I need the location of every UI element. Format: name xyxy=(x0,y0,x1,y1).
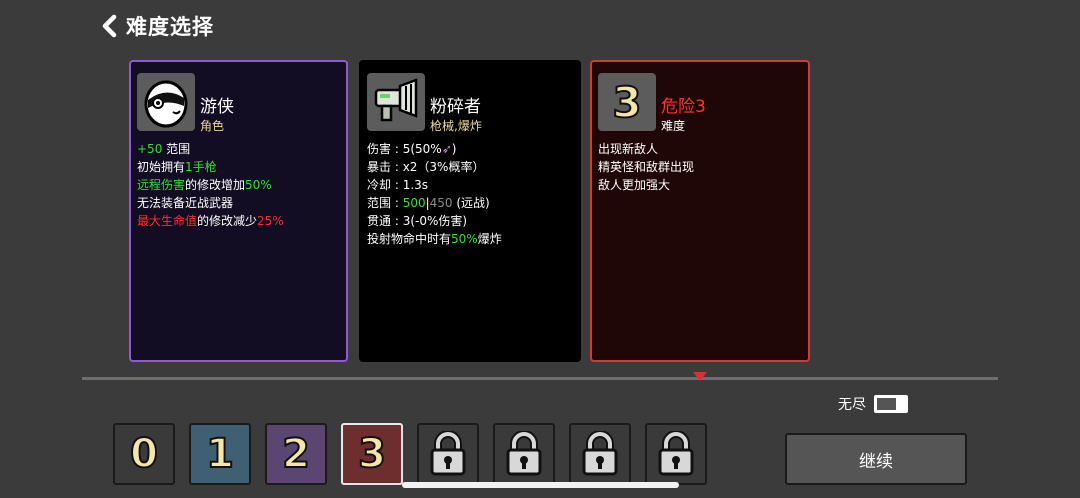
stat-line: 初始拥有1手枪 xyxy=(137,160,217,174)
locked-slot[interactable] xyxy=(493,423,555,485)
lock-icon xyxy=(506,431,542,476)
locked-slot[interactable] xyxy=(569,423,631,485)
character-card: 游侠 角色 +50 范围 初始拥有1手枪 远程伤害的修改增加50% 无法装备近战… xyxy=(129,60,348,362)
difficulty-type: 难度 xyxy=(661,119,686,133)
effect-line: 精英怪和敌群出现 xyxy=(598,160,695,174)
page-title: 难度选择 xyxy=(126,15,214,39)
lock-icon xyxy=(658,431,694,476)
stat-line: +50 范围 xyxy=(137,142,191,156)
lock-icon xyxy=(582,431,618,476)
stat-line: 投射物命中时有50%爆炸 xyxy=(367,232,502,246)
stat-line: 远程伤害的修改增加50% xyxy=(137,178,272,192)
effect-line: 出现新敌人 xyxy=(598,142,659,156)
character-name: 游侠 xyxy=(200,97,234,117)
weapon-name: 粉碎者 xyxy=(430,97,481,117)
difficulty-name: 危险3 xyxy=(661,97,706,117)
stat-line: 暴击 : x2（3%概率） xyxy=(367,160,485,174)
endless-label: 无尽 xyxy=(838,397,866,413)
difficulty-slot-0[interactable]: 0 xyxy=(113,423,175,485)
character-stats: +50 范围 初始拥有1手枪 远程伤害的修改增加50% 无法装备近战武器 最大生… xyxy=(137,140,284,230)
back-arrow-icon[interactable] xyxy=(98,12,120,40)
home-indicator[interactable] xyxy=(402,482,679,488)
ranger-egg-icon xyxy=(137,73,195,131)
stat-line: 冷却 : 1.3s xyxy=(367,178,429,192)
stat-line: 最大生命值的修改减少25% xyxy=(137,214,284,228)
selected-marker-icon xyxy=(693,372,707,381)
locked-slot[interactable] xyxy=(417,423,479,485)
stat-line: 无法装备近战武器 xyxy=(137,196,234,210)
weapon-stats: 伤害 : 5(50%➶) 暴击 : x2（3%概率） 冷却 : 1.3s 范围 … xyxy=(367,140,502,248)
weapon-card: 粉碎者 枪械,爆炸 伤害 : 5(50%➶) 暴击 : x2（3%概率） 冷却 … xyxy=(359,60,581,362)
difficulty-slot-1[interactable]: 1 xyxy=(189,423,251,485)
toggle-switch[interactable] xyxy=(874,395,908,413)
crusher-weapon-icon xyxy=(367,73,425,131)
ranged-damage-icon: ➶ xyxy=(441,142,452,156)
stat-line: 范围 : 500|450 (远战) xyxy=(367,196,490,210)
weapon-type: 枪械,爆炸 xyxy=(430,119,482,133)
character-type: 角色 xyxy=(200,119,225,133)
divider xyxy=(82,377,998,380)
difficulty-slot-2[interactable]: 2 xyxy=(265,423,327,485)
stat-line: 贯通 : 3(-0%伤害) xyxy=(367,214,468,228)
header: 难度选择 xyxy=(98,10,214,42)
endless-toggle[interactable]: 无尽 xyxy=(838,394,908,414)
difficulty-slot-3[interactable]: 3 xyxy=(341,423,403,485)
difficulty-effects: 出现新敌人 精英怪和敌群出现 敌人更加强大 xyxy=(598,140,694,194)
locked-slot[interactable] xyxy=(645,423,707,485)
difficulty-card: 3 危险3 难度 出现新敌人 精英怪和敌群出现 敌人更加强大 xyxy=(590,60,810,362)
continue-button[interactable]: 继续 xyxy=(785,433,967,485)
lock-icon xyxy=(430,431,466,476)
stat-line: 伤害 : 5(50%➶) xyxy=(367,142,457,156)
difficulty-icon: 3 xyxy=(598,73,656,131)
effect-line: 敌人更加强大 xyxy=(598,178,671,192)
